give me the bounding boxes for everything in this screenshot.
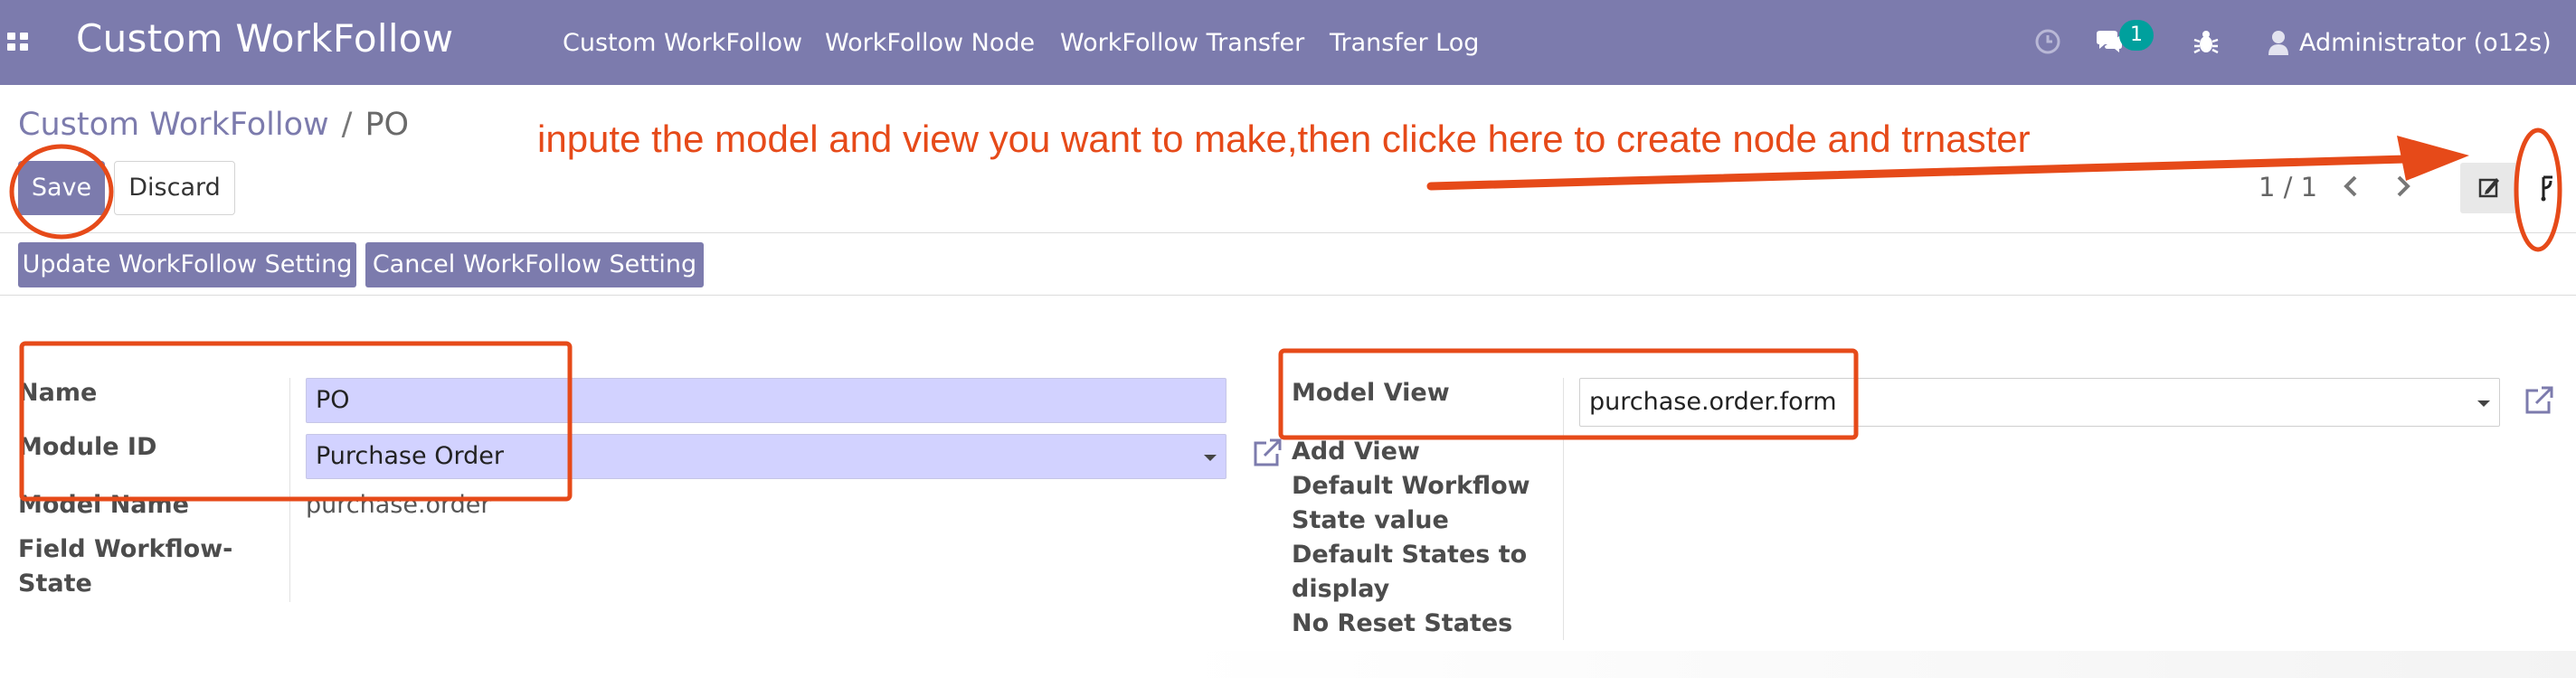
external-link-icon[interactable] <box>2520 383 2556 419</box>
app-brand[interactable]: Custom WorkFollow <box>76 16 453 61</box>
menu-item-transfer-log[interactable]: Transfer Log <box>1330 29 1479 57</box>
module-id-label: Module ID <box>18 433 157 461</box>
annotation-overlay <box>9 127 2562 502</box>
field-workflow-state-label-line2: State <box>18 570 92 598</box>
menu-item-custom-workfollow[interactable]: Custom WorkFollow <box>563 29 802 57</box>
model-view-select[interactable]: purchase.order.form <box>1579 378 2500 427</box>
field-workflow-state-label: Field Workflow- <box>18 535 233 563</box>
external-link-icon[interactable] <box>1248 436 1284 472</box>
module-id-value: Purchase Order <box>316 442 504 470</box>
module-id-select[interactable]: Purchase Order <box>306 434 1226 479</box>
breadcrumb-current: PO <box>365 107 410 143</box>
menu-item-workfollow-transfer[interactable]: WorkFollow Transfer <box>1060 29 1304 57</box>
breadcrumb: Custom WorkFollow / PO <box>18 107 409 143</box>
bottom-shadow <box>1176 651 2576 678</box>
right-group-separator <box>1563 378 1564 640</box>
caret-down-icon[interactable] <box>1204 455 1217 461</box>
pager-value[interactable]: 1 / 1 <box>2259 172 2317 202</box>
add-view-label: Add View <box>1292 438 1420 466</box>
statusbar-divider <box>0 295 2576 296</box>
caret-down-icon[interactable] <box>2477 400 2490 407</box>
default-workflow-label: Default Workflow <box>1292 472 1530 500</box>
model-name-label: Model Name <box>18 491 189 519</box>
breadcrumb-separator: / <box>341 107 353 143</box>
pager-previous-icon[interactable] <box>2334 168 2370 204</box>
save-button[interactable]: Save <box>18 161 105 215</box>
apps-icon[interactable] <box>7 33 29 51</box>
pager-next-icon[interactable] <box>2384 168 2420 204</box>
user-icon <box>2268 31 2288 55</box>
name-input[interactable]: PO <box>306 378 1226 423</box>
model-name-value: purchase.order <box>306 491 491 519</box>
messages-count-badge: 1 <box>2119 20 2154 51</box>
cancel-workfollow-setting-button[interactable]: Cancel WorkFollow Setting <box>365 242 704 287</box>
model-view-label: Model View <box>1292 379 1450 407</box>
edit-button[interactable] <box>2460 163 2518 213</box>
bug-icon[interactable] <box>2192 28 2220 57</box>
branch-icon <box>2541 175 2552 202</box>
model-view-value: purchase.order.form <box>1589 388 1837 416</box>
default-states-label-line2: display <box>1292 575 1390 603</box>
user-menu[interactable]: Administrator (o12s) <box>2299 29 2552 57</box>
left-group-separator <box>289 378 290 602</box>
edit-icon <box>2478 178 2499 198</box>
annotation-text: inpute the model and view you want to ma… <box>537 118 2031 160</box>
top-navbar: Custom WorkFollow Custom WorkFollow Work… <box>0 0 2576 85</box>
menu-item-workfollow-node[interactable]: WorkFollow Node <box>825 29 1035 57</box>
clock-icon[interactable] <box>2033 27 2062 56</box>
control-panel-divider <box>0 232 2576 233</box>
no-reset-states-label: No Reset States <box>1292 609 1513 637</box>
create-node-transfer-button[interactable] <box>2518 163 2576 213</box>
default-states-label: Default States to <box>1292 541 1528 569</box>
discard-button[interactable]: Discard <box>114 161 235 215</box>
breadcrumb-parent-link[interactable]: Custom WorkFollow <box>18 107 329 143</box>
state-value-label: State value <box>1292 506 1449 534</box>
name-label: Name <box>18 379 98 407</box>
update-workfollow-setting-button[interactable]: Update WorkFollow Setting <box>18 242 356 287</box>
